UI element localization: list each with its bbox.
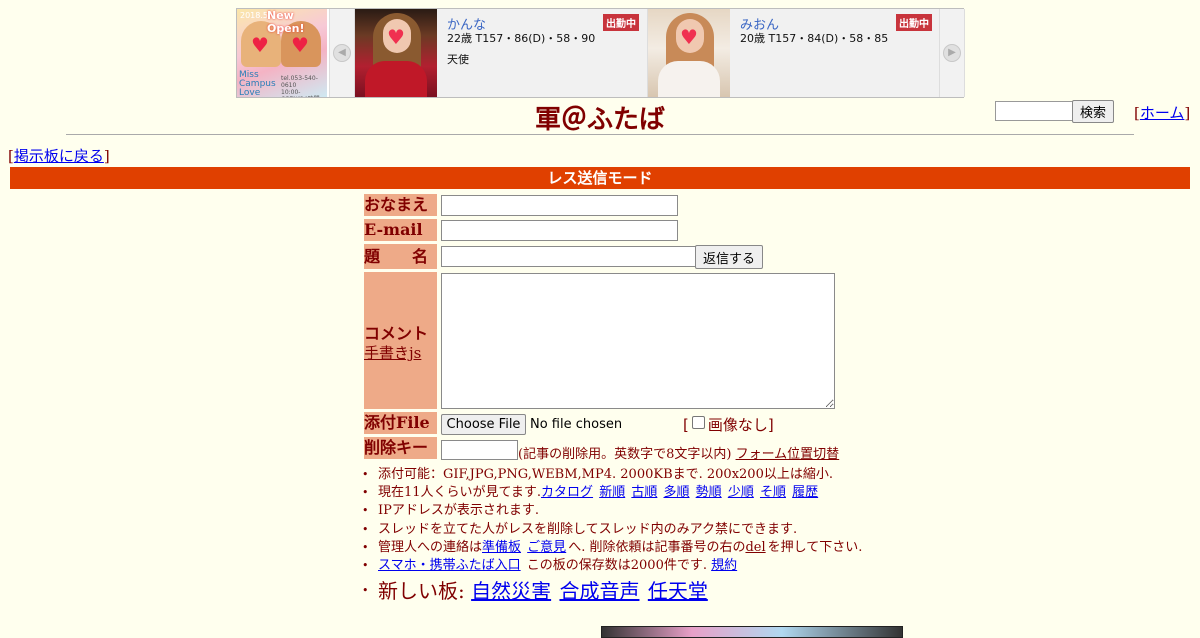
- bottom-ad-banner[interactable]: [601, 626, 903, 638]
- list-item: IPアドレスが表示されます.: [362, 502, 862, 520]
- card-photo[interactable]: ♥: [648, 9, 730, 97]
- banner-next-button[interactable]: ▶: [939, 9, 965, 97]
- feedback-link[interactable]: ご意見: [527, 540, 566, 555]
- new-board-link[interactable]: 自然災害: [471, 579, 551, 603]
- heart-icon: ♥: [387, 25, 405, 49]
- name-label: おなまえ: [364, 194, 437, 216]
- divider: [66, 134, 1134, 135]
- board-rules-list: 添付可能：GIF,JPG,PNG,WEBM,MP4. 2000KBまで. 200…: [362, 466, 862, 605]
- status-badge: 出勤中: [896, 14, 932, 31]
- list-item: スマホ・携帯ふたば入口 この板の保存数は2000件です. 規約: [362, 557, 862, 575]
- terms-link[interactable]: 規約: [711, 558, 737, 573]
- mobile-entrance-link[interactable]: スマホ・携帯ふたば入口: [378, 558, 521, 573]
- banner-brand: Miss Campus Love: [239, 70, 276, 98]
- banner-phone: tel.053-540-061010:00-OPEN(24時間営業): [281, 75, 320, 97]
- del-word: del: [745, 539, 766, 555]
- search-input[interactable]: [995, 101, 1075, 121]
- new-board-link[interactable]: 合成音声: [559, 579, 639, 603]
- chevron-right-icon: ▶: [943, 44, 961, 62]
- prep-board-link[interactable]: 準備板: [482, 540, 521, 555]
- no-image-checkbox[interactable]: [691, 416, 705, 429]
- comment-textarea[interactable]: [441, 273, 835, 409]
- banner-shop-logo[interactable]: ♥ ♥ 2018.5 New Open! Miss Campus Love te…: [237, 9, 327, 97]
- form-position-toggle-link[interactable]: フォーム位置切替: [736, 447, 840, 462]
- card-photo[interactable]: ♥: [355, 9, 437, 97]
- list-item: 現在11人くらいが見てます.カタログ 新順 古順 多順 勢順 少順 そ順 履歴: [362, 484, 862, 502]
- sort-many-link[interactable]: 多順: [664, 485, 690, 500]
- submit-reply-button[interactable]: 返信する: [695, 245, 763, 269]
- sort-so-link[interactable]: そ順: [760, 485, 786, 500]
- status-badge: 出勤中: [603, 14, 639, 31]
- tegaki-link[interactable]: 手書きjs: [364, 342, 421, 363]
- chevron-left-icon: ◀: [333, 44, 351, 62]
- comment-label-text: コメント: [364, 324, 429, 343]
- card-stats: 22歳 T157・86(D)・58・90: [447, 32, 596, 45]
- email-field[interactable]: [441, 220, 678, 241]
- sort-new-link[interactable]: 新順: [599, 485, 625, 500]
- file-status: No file chosen: [530, 417, 623, 432]
- list-item: スレッドを立てた人がレスを削除してスレッド内のみアク禁にできます.: [362, 521, 862, 539]
- sort-momentum-link[interactable]: 勢順: [696, 485, 722, 500]
- home-link[interactable]: ホーム: [1140, 104, 1185, 122]
- banner-card[interactable]: ♥ かんな 22歳 T157・86(D)・58・90 天使 出勤中: [355, 9, 648, 97]
- subject-label: 題 名: [364, 244, 437, 269]
- email-label: E-mail: [364, 219, 437, 241]
- heart-icon: ♥: [251, 33, 269, 57]
- file-label: 添付File: [364, 412, 437, 434]
- delete-key-field[interactable]: [441, 440, 518, 460]
- banner-year: 2018.5: [240, 11, 268, 20]
- sort-few-link[interactable]: 少順: [728, 485, 754, 500]
- heart-icon: ♥: [291, 33, 309, 57]
- card-comment: 天使: [447, 53, 469, 66]
- name-field[interactable]: [441, 195, 678, 216]
- home-nav: [ホーム]: [1134, 104, 1191, 122]
- history-link[interactable]: 履歴: [792, 485, 818, 500]
- banner-card[interactable]: ♥ みおん 20歳 T157・84(D)・58・85 出勤中: [648, 9, 941, 97]
- delete-key-note: (記事の削除用。英数字で8文字以内) フォーム位置切替: [518, 447, 840, 462]
- back-nav: [掲示板に戻る]: [8, 147, 110, 165]
- banner-new-open: New Open!: [267, 9, 305, 35]
- comment-label: コメント 手書きjs: [364, 272, 437, 409]
- heart-icon: ♥: [680, 25, 698, 49]
- delete-key-label: 削除キー: [364, 437, 437, 459]
- list-item: 管理人への連絡は準備板 ご意見へ. 削除依頼は記事番号の右のdelを押して下さい…: [362, 539, 862, 557]
- new-board-link[interactable]: 任天堂: [648, 579, 708, 603]
- no-image-option: [画像なし]: [683, 416, 774, 434]
- reply-mode-banner: レス送信モード: [10, 167, 1190, 189]
- subject-field[interactable]: [441, 246, 696, 267]
- choose-file-button[interactable]: Choose File: [441, 414, 526, 435]
- search-button[interactable]: 検索: [1072, 100, 1114, 123]
- card-stats: 20歳 T157・84(D)・58・85: [740, 32, 889, 45]
- list-item: 添付可能：GIF,JPG,PNG,WEBM,MP4. 2000KBまで. 200…: [362, 466, 862, 484]
- back-to-board-link[interactable]: 掲示板に戻る: [14, 147, 104, 165]
- banner-prev-button[interactable]: ◀: [329, 9, 355, 97]
- no-image-label[interactable]: 画像なし: [708, 416, 768, 434]
- list-item: 新しい板: 自然災害 合成音声 任天堂: [362, 577, 862, 605]
- ad-banner[interactable]: ♥ ♥ 2018.5 New Open! Miss Campus Love te…: [236, 8, 965, 98]
- sort-old-link[interactable]: 古順: [631, 485, 657, 500]
- catalog-link[interactable]: カタログ: [541, 485, 593, 500]
